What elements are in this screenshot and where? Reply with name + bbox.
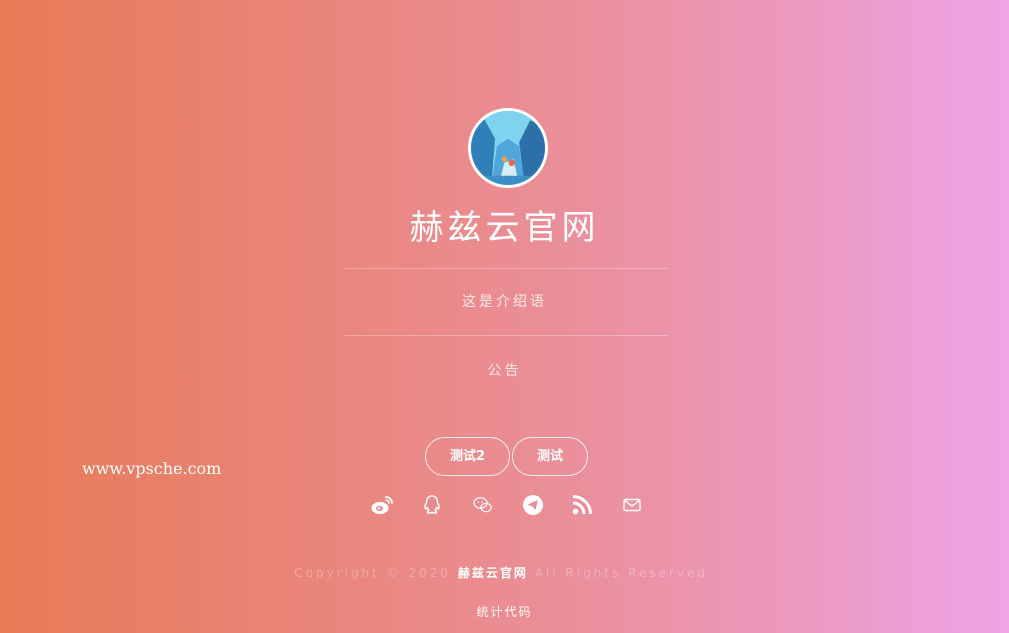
rss-link[interactable] xyxy=(570,494,594,516)
copyright-prefix: Copyright © 2020 xyxy=(294,566,452,580)
qq-link[interactable] xyxy=(420,494,444,516)
avatar xyxy=(468,108,548,188)
site-title: 赫兹云官网 xyxy=(409,208,600,248)
intro-text: 这是介绍语 xyxy=(462,294,547,310)
rss-icon xyxy=(572,495,592,515)
telegram-link[interactable] xyxy=(521,494,545,516)
wechat-icon xyxy=(473,497,492,513)
telegram-icon xyxy=(523,495,543,515)
email-link[interactable] xyxy=(620,494,644,516)
link-button-test[interactable]: 测试 xyxy=(512,437,588,476)
copyright-brand-link[interactable]: 赫兹云官网 xyxy=(458,566,528,580)
link-button-test2[interactable]: 测试2 xyxy=(425,437,510,476)
divider xyxy=(345,268,668,269)
notice-text: 公告 xyxy=(487,363,522,379)
qq-icon xyxy=(424,495,440,514)
copyright-line: Copyright © 2020 赫兹云官网 All Rights Reserv… xyxy=(0,564,1009,582)
weibo-icon xyxy=(371,496,393,514)
divider xyxy=(345,335,668,336)
copyright-suffix: All Rights Reserved. xyxy=(534,566,715,580)
email-icon xyxy=(623,498,641,512)
page-background: 赫兹云官网 这是介绍语 公告 www.vpsche.com 测试2 测试 Cop… xyxy=(0,0,1009,633)
stats-code-text: 统计代码 xyxy=(476,605,533,619)
wechat-link[interactable] xyxy=(471,494,495,516)
avatar-illustration xyxy=(471,111,545,185)
watermark-text: www.vpsche.com xyxy=(82,459,222,478)
weibo-link[interactable] xyxy=(370,494,394,516)
